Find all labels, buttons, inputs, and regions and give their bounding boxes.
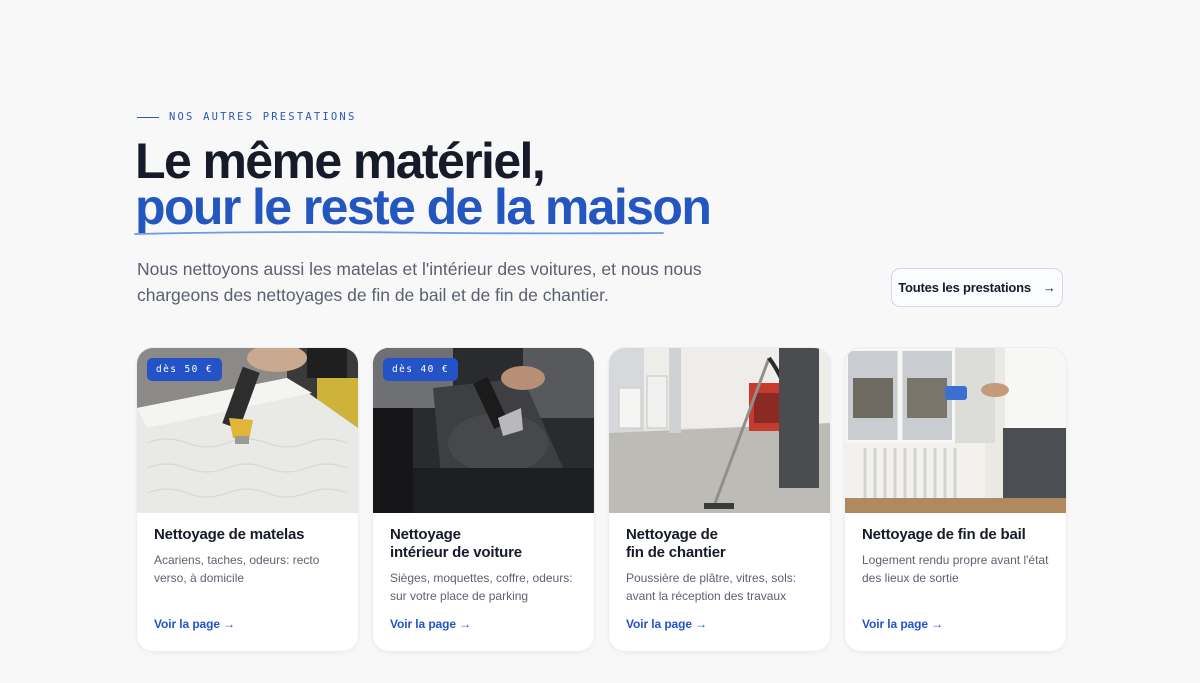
- all-services-button[interactable]: Toutes les prestations →: [891, 268, 1063, 307]
- arrow-right-icon: →: [1042, 280, 1056, 295]
- eyebrow: NOS AUTRES PRESTATIONS: [137, 111, 356, 123]
- card-link[interactable]: Voir la page →: [626, 617, 707, 631]
- services-section: NOS AUTRES PRESTATIONS Le même matériel,…: [134, 0, 1066, 683]
- section-heading: Le même matériel, pour le reste de la ma…: [134, 136, 712, 235]
- eyebrow-label: NOS AUTRES PRESTATIONS: [169, 111, 357, 123]
- section-lead: Nous nettoyons aussi les matelas et l'in…: [137, 259, 702, 305]
- card-description: Sièges, moquettes, coffre, odeurs: sur v…: [390, 571, 573, 603]
- price-badge: dès 40 €: [383, 358, 458, 381]
- card-description: Poussière de plâtre, vitres, sols: avant…: [626, 571, 797, 603]
- card-link[interactable]: Voir la page →: [390, 617, 471, 631]
- heading-line-2-text: pour le reste de la maison: [135, 179, 712, 235]
- service-card-end-of-lease[interactable]: Nettoyage de fin de bail Logement rendu …: [845, 348, 1066, 651]
- card-link[interactable]: Voir la page →: [154, 617, 235, 631]
- car-interior-photo: dès 40 €: [373, 348, 594, 513]
- service-card-car[interactable]: dès 40 € Nettoyage intérieur de voiture …: [373, 348, 594, 651]
- price-badge: dès 50 €: [147, 358, 222, 381]
- card-title: Nettoyage de fin de chantier: [626, 526, 726, 561]
- all-services-label: Toutes les prestations: [898, 280, 1031, 295]
- window-cleaning-photo: [845, 348, 1066, 513]
- card-link[interactable]: Voir la page →: [862, 617, 943, 631]
- card-description: Acariens, taches, odeurs: recto verso, à…: [154, 553, 320, 585]
- card-title: Nettoyage intérieur de voiture: [390, 526, 522, 561]
- service-card-mattress[interactable]: dès 50 € Nettoyage de matelas Acariens, …: [137, 348, 358, 651]
- card-title: Nettoyage de fin de bail: [862, 526, 1026, 543]
- service-cards: dès 50 € Nettoyage de matelas Acariens, …: [137, 348, 1066, 651]
- construction-site-photo: [609, 348, 830, 513]
- card-description: Logement rendu propre avant l'état des l…: [862, 553, 1049, 585]
- card-title: Nettoyage de matelas: [154, 526, 305, 543]
- service-card-construction[interactable]: Nettoyage de fin de chantier Poussière d…: [609, 348, 830, 651]
- heading-line-2: pour le reste de la maison: [134, 182, 712, 235]
- mattress-cleaning-photo: dès 50 €: [137, 348, 358, 513]
- eyebrow-rule: [137, 116, 159, 118]
- heading-underline: [134, 231, 664, 235]
